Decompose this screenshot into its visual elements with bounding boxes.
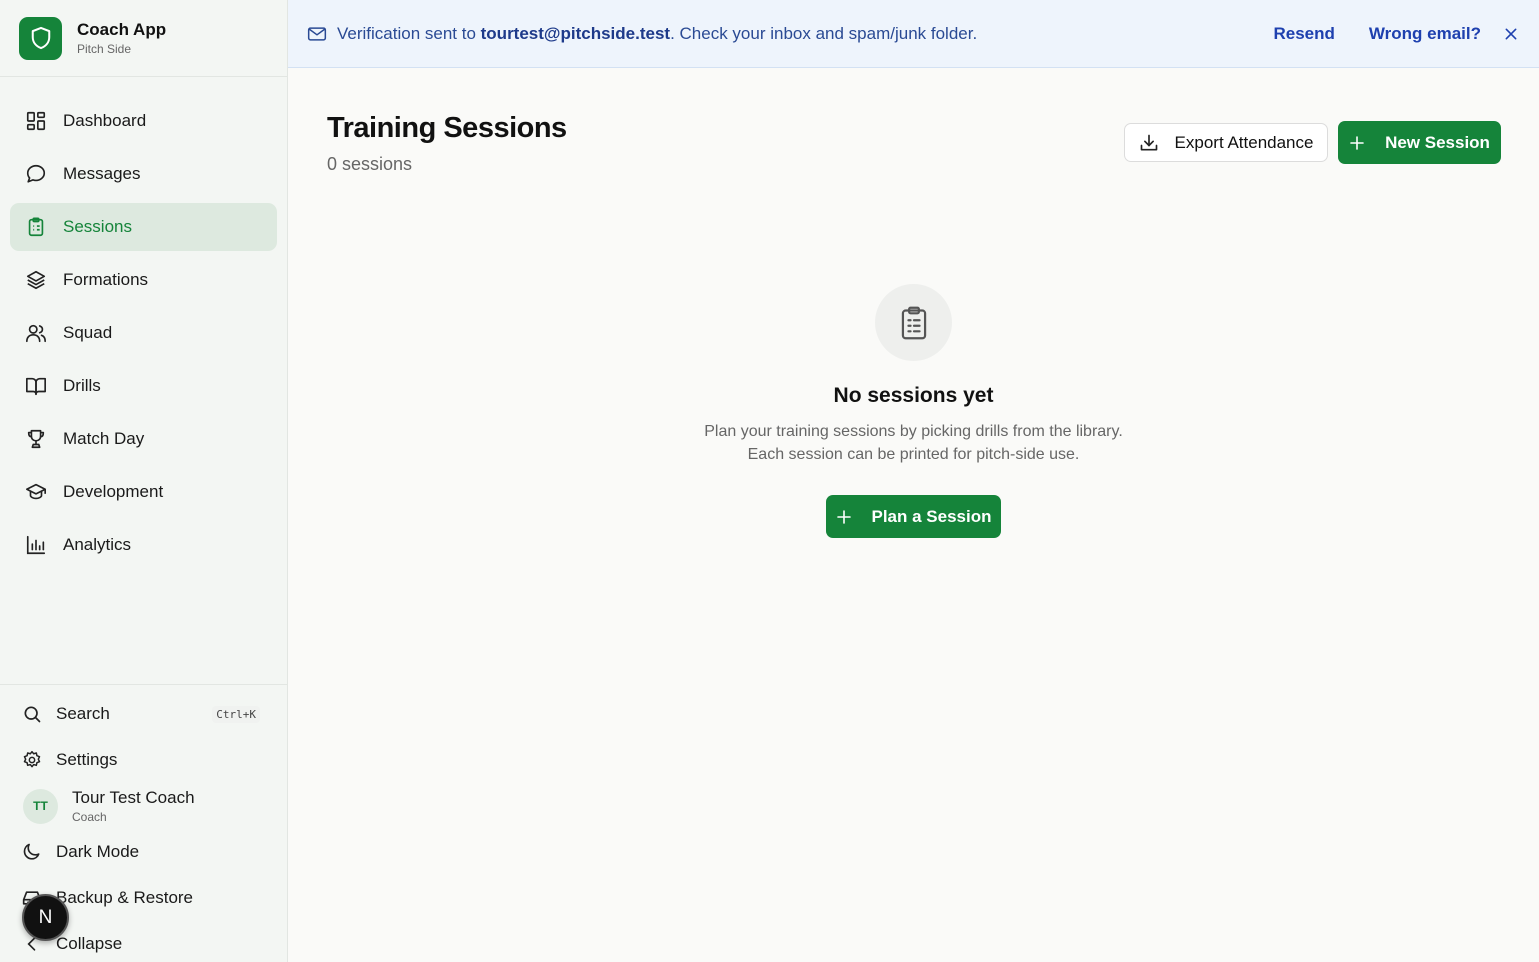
empty-state-description: Plan your training sessions by picking d… [288, 420, 1539, 466]
banner-suffix: . Check your inbox and spam/junk folder. [670, 23, 978, 43]
search-button[interactable]: Search Ctrl+K [0, 691, 288, 737]
new-session-label: New Session [1385, 132, 1490, 152]
clipboard-icon [24, 215, 48, 239]
sidebar-item-label: Sessions [63, 217, 132, 236]
sidebar-item-label: Messages [63, 164, 141, 183]
plan-session-button[interactable]: Plan a Session [826, 495, 1001, 538]
sidebar-item-drills[interactable]: Drills [10, 362, 277, 410]
book-icon [24, 374, 48, 398]
collapse-label: Collapse [56, 934, 123, 953]
settings-button[interactable]: Settings [0, 737, 288, 783]
sidebar-item-label: Development [63, 482, 164, 501]
search-icon [22, 704, 42, 724]
bar-chart-icon [24, 533, 48, 557]
moon-icon [22, 842, 42, 862]
settings-label: Settings [56, 750, 118, 769]
avatar: TT [23, 788, 58, 824]
sidebar-item-label: Dashboard [63, 111, 147, 130]
export-attendance-button[interactable]: Export Attendance [1124, 123, 1328, 162]
main-content: Training Sessions 0 sessions Export Atte… [288, 68, 1539, 962]
new-session-button[interactable]: New Session [1338, 121, 1501, 164]
resend-link[interactable]: Resend [1273, 24, 1334, 44]
sidebar-item-match-day[interactable]: Match Day [10, 415, 277, 463]
sidebar-item-label: Squad [63, 323, 113, 342]
dashboard-icon [24, 109, 48, 133]
sidebar-item-label: Drills [63, 376, 101, 395]
brand[interactable]: Coach App Pitch Side [0, 0, 287, 77]
dark-mode-toggle[interactable]: Dark Mode [0, 829, 288, 875]
sidebar-item-label: Match Day [63, 429, 145, 448]
layers-icon [24, 268, 48, 292]
sidebar-item-label: Formations [63, 270, 149, 289]
empty-state-title: No sessions yet [833, 384, 994, 407]
verification-banner: Verification sent to tourtest@pitchside.… [288, 0, 1539, 68]
sidebar-item-sessions[interactable]: Sessions [10, 203, 277, 251]
user-profile[interactable]: TT Tour Test Coach Coach [0, 783, 288, 829]
mail-icon [307, 25, 327, 43]
plus-icon [836, 509, 852, 525]
page-title: Training Sessions [327, 112, 567, 144]
wrong-email-link[interactable]: Wrong email? [1369, 24, 1481, 44]
brand-title: Coach App [77, 20, 167, 39]
banner-prefix: Verification sent to [337, 23, 481, 43]
search-shortcut: Ctrl+K [212, 705, 260, 723]
trophy-icon [24, 427, 48, 451]
sidebar-item-analytics[interactable]: Analytics [10, 521, 277, 569]
banner-email: tourtest@pitchside.test [480, 23, 671, 43]
session-count: 0 sessions [327, 154, 413, 174]
sidebar-item-formations[interactable]: Formations [10, 256, 277, 304]
brand-subtitle: Pitch Side [77, 42, 132, 56]
export-label: Export Attendance [1174, 132, 1314, 152]
sidebar-item-label: Analytics [63, 535, 132, 554]
backup-label: Backup & Restore [56, 888, 194, 907]
search-label: Search [56, 704, 110, 723]
empty-state-clipboard-icon [875, 284, 952, 361]
floating-action-button[interactable]: N [22, 894, 69, 941]
graduation-cap-icon [24, 480, 48, 504]
gear-icon [22, 750, 42, 770]
sidebar-item-development[interactable]: Development [10, 468, 277, 516]
user-name: Tour Test Coach [72, 788, 195, 807]
dark-mode-label: Dark Mode [56, 842, 140, 861]
sidebar-item-squad[interactable]: Squad [10, 309, 277, 357]
download-icon [1139, 133, 1159, 153]
sidebar-nav: Dashboard Messages Sessions Formations S… [0, 77, 287, 569]
sidebar-item-messages[interactable]: Messages [10, 150, 277, 198]
sidebar-item-dashboard[interactable]: Dashboard [10, 97, 277, 145]
user-role: Coach [72, 810, 107, 824]
close-icon[interactable] [1503, 26, 1519, 42]
plus-icon [1349, 135, 1365, 151]
plan-session-label: Plan a Session [871, 506, 992, 526]
message-icon [24, 162, 48, 186]
empty-state-line-2: Each session can be printed for pitch-si… [747, 446, 1080, 463]
shield-logo-icon [19, 16, 62, 60]
users-icon [24, 321, 48, 345]
empty-state-line-1: Plan your training sessions by picking d… [704, 423, 1123, 440]
sidebar: Coach App Pitch Side Dashboard Messages … [0, 0, 288, 962]
